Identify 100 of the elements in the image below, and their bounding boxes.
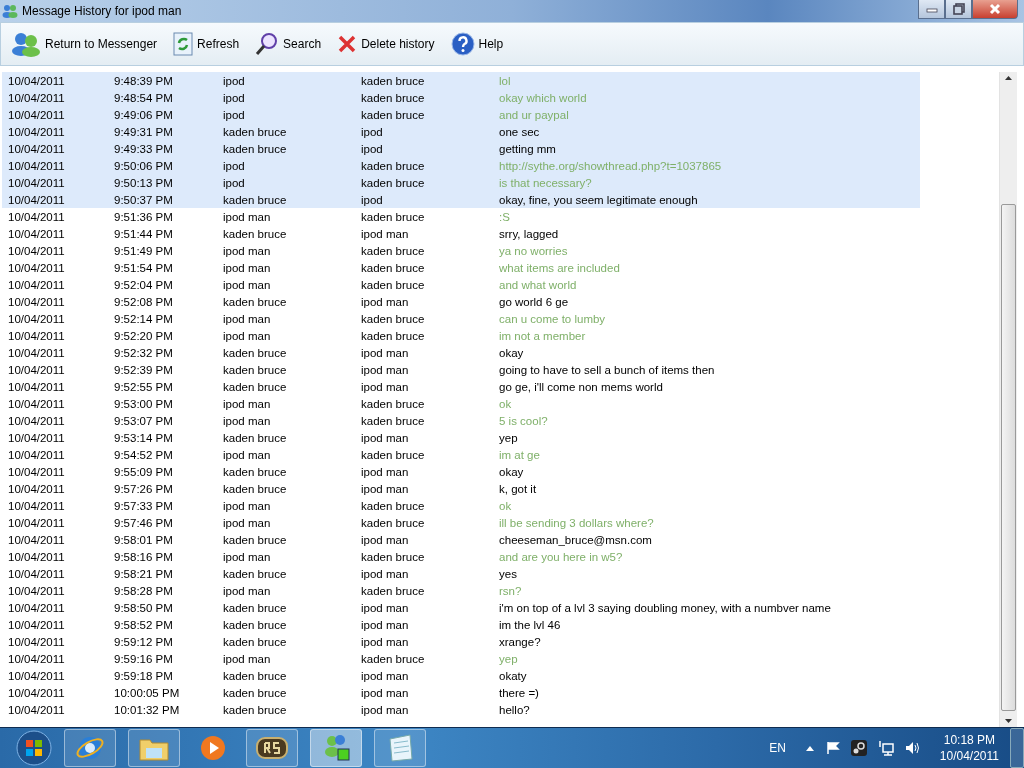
message-cell: okaty <box>499 669 527 682</box>
time-cell-text: 10:00:05 PM <box>114 686 181 699</box>
message-cell: okay <box>499 465 524 478</box>
scrollbar-thumb[interactable] <box>1001 204 1016 711</box>
language-indicator[interactable]: EN <box>769 741 786 755</box>
message-row[interactable]: 10/04/2011 9:55:09 PM kaden bruce ipod man okay <box>2 463 920 480</box>
message-row[interactable]: 10/04/2011 9:58:01 PM kaden bruce ipod man cheeseman_bruce@msn.com <box>2 531 920 548</box>
message-row[interactable]: 10/04/2011 9:51:54 PM ipod man kaden bruce what items are included <box>2 259 920 276</box>
flag-icon[interactable] <box>825 741 840 755</box>
time-cell-text: 9:52:32 PM <box>114 346 174 359</box>
start-button[interactable] <box>14 729 54 767</box>
recipient-cell-text: kaden bruce <box>361 329 426 342</box>
message-row[interactable]: 10/04/2011 10:00:05 PM kaden bruce ipod man there =) <box>2 684 920 701</box>
taskbar-app[interactable] <box>310 729 362 767</box>
sender-cell-text: ipod man <box>223 278 272 291</box>
time-cell-text: 9:54:52 PM <box>114 448 174 461</box>
message-row[interactable]: 10/04/2011 9:59:18 PM kaden bruce ipod man okaty <box>2 667 920 684</box>
recipient-cell-text: ipod man <box>361 465 410 478</box>
toolbar-button[interactable]: Search <box>251 30 326 58</box>
selected-row[interactable]: 10/04/2011 9:50:13 PM ipod kaden bruce is that necessary? <box>2 174 920 191</box>
restore-button[interactable] <box>945 0 972 19</box>
network-icon[interactable] <box>877 740 894 756</box>
selected-row[interactable]: 10/04/2011 9:50:37 PM kaden bruce ipod okay, fine, you seem legitimate enough <box>2 191 920 208</box>
sender-cell-text: kaden bruce <box>223 142 288 155</box>
taskbar-app[interactable] <box>64 729 116 767</box>
up-arrow-icon[interactable] <box>804 744 815 752</box>
message-cell: yes <box>499 567 517 580</box>
message-row[interactable]: 10/04/2011 9:57:33 PM ipod man kaden bruce ok <box>2 497 920 514</box>
message-row[interactable]: 10/04/2011 9:58:52 PM kaden bruce ipod man im the lvl 46 <box>2 616 920 633</box>
message-row[interactable]: 10/04/2011 9:58:28 PM ipod man kaden bruce rsn? <box>2 582 920 599</box>
message-cell: yep <box>499 652 518 665</box>
date-cell-text: 10/04/2011 <box>7 414 66 427</box>
message-row[interactable]: 10/04/2011 9:52:20 PM ipod man kaden bruce im not a member <box>2 327 920 344</box>
scrollbar[interactable] <box>999 72 1017 727</box>
message-row[interactable]: 10/04/2011 9:57:46 PM ipod man kaden bruce ill be sending 3 dollars where? <box>2 514 920 531</box>
toolbar-button[interactable]: Delete history <box>333 32 439 56</box>
message-cell: 5 is cool? <box>499 414 548 427</box>
message-row[interactable]: 10/04/2011 9:53:07 PM ipod man kaden bruce 5 is cool? <box>2 412 920 429</box>
selected-row[interactable]: 10/04/2011 9:49:06 PM ipod kaden bruce and ur paypal <box>2 106 920 123</box>
message-row[interactable]: 10/04/2011 9:52:55 PM kaden bruce ipod man go ge, i'll come non mems world <box>2 378 920 395</box>
message-row[interactable]: 10/04/2011 9:52:04 PM ipod man kaden bruce and what world <box>2 276 920 293</box>
message-row[interactable]: 10/04/2011 9:59:16 PM ipod man kaden bruce yep <box>2 650 920 667</box>
time-cell-text: 9:50:13 PM <box>114 176 174 189</box>
recipient-cell-text: ipod man <box>361 346 410 359</box>
time-cell-text: 9:57:26 PM <box>114 482 174 495</box>
message-row[interactable]: 10/04/2011 9:52:39 PM kaden bruce ipod man going to have to sell a bunch of items then <box>2 361 920 378</box>
message-cell: go ge, i'll come non mems world <box>499 380 663 393</box>
message-row[interactable]: 10/04/2011 9:53:00 PM ipod man kaden bruce ok <box>2 395 920 412</box>
message-cell: ok <box>499 499 512 512</box>
selected-row[interactable]: 10/04/2011 9:48:54 PM ipod kaden bruce okay which world <box>2 89 920 106</box>
clock-time[interactable]: 10:18 PM <box>943 732 996 748</box>
message-row[interactable]: 10/04/2011 9:51:49 PM ipod man kaden bruce ya no worries <box>2 242 920 259</box>
date-cell-text: 10/04/2011 <box>7 601 66 614</box>
message-row[interactable]: 10/04/2011 9:52:32 PM kaden bruce ipod man okay <box>2 344 920 361</box>
sender-cell-text: ipod man <box>223 329 272 342</box>
selected-row[interactable]: 10/04/2011 9:50:06 PM ipod kaden bruce http://sythe.org/showthread.php?t=1037865 <box>2 157 920 174</box>
message-row[interactable]: 10/04/2011 9:52:14 PM ipod man kaden bruce can u come to lumby <box>2 310 920 327</box>
message-cell: yep <box>499 431 518 444</box>
message-row[interactable]: 10/04/2011 9:51:44 PM kaden bruce ipod man srry, lagged <box>2 225 920 242</box>
steam-icon[interactable] <box>850 740 867 756</box>
recipient-cell-text: kaden bruce <box>361 584 426 597</box>
message-row[interactable]: 10/04/2011 9:54:52 PM ipod man kaden bruce im at ge <box>2 446 920 463</box>
message-row[interactable]: 10/04/2011 10:01:32 PM kaden bruce ipod man hello? <box>2 701 920 718</box>
message-row[interactable]: 10/04/2011 9:51:36 PM ipod man kaden bruce :S <box>2 208 920 225</box>
time-cell-text: 9:48:54 PM <box>114 91 174 104</box>
toolbar-button[interactable]: Return to Messenger <box>7 29 162 59</box>
message-cell: hello? <box>499 703 530 716</box>
date-cell-text: 10/04/2011 <box>7 261 66 274</box>
message-cell: getting mm <box>499 142 556 155</box>
toolbar-button[interactable]: Help <box>446 30 508 58</box>
message-row[interactable]: 10/04/2011 9:58:50 PM kaden bruce ipod man i'm on top of a lvl 3 saying doubling money, with a numbver name <box>2 599 920 616</box>
notepad-icon <box>386 733 414 763</box>
clock-date[interactable]: 10/04/2011 <box>939 748 999 764</box>
message-row[interactable]: 10/04/2011 9:57:26 PM kaden bruce ipod man k, got it <box>2 480 920 497</box>
selected-row[interactable]: 10/04/2011 9:48:39 PM ipod kaden bruce lol <box>2 72 920 89</box>
taskbar-app[interactable] <box>246 729 298 767</box>
recipient-cell-text: ipod <box>361 142 384 155</box>
message-cell: ya no worries <box>499 244 568 257</box>
date-cell-text: 10/04/2011 <box>7 312 66 325</box>
selected-row[interactable]: 10/04/2011 9:49:33 PM kaden bruce ipod getting mm <box>2 140 920 157</box>
message-cell: xrange? <box>499 635 541 648</box>
toolbar-button[interactable]: Refresh <box>169 30 244 58</box>
date-cell-text: 10/04/2011 <box>7 329 66 342</box>
message-row[interactable]: 10/04/2011 9:52:08 PM kaden bruce ipod man go world 6 ge <box>2 293 920 310</box>
date-cell-text: 10/04/2011 <box>7 618 66 631</box>
speaker-icon[interactable] <box>904 740 921 756</box>
message-row[interactable]: 10/04/2011 9:58:21 PM kaden bruce ipod man yes <box>2 565 920 582</box>
recipient-cell-text: kaden bruce <box>361 244 426 257</box>
window-title: Message History for ipod man <box>22 4 182 18</box>
selected-row[interactable]: 10/04/2011 9:49:31 PM kaden bruce ipod one sec <box>2 123 920 140</box>
message-row[interactable]: 10/04/2011 9:58:16 PM ipod man kaden bruce and are you here in w5? <box>2 548 920 565</box>
recipient-cell-text: kaden bruce <box>361 210 426 223</box>
message-row[interactable]: 10/04/2011 9:59:12 PM kaden bruce ipod man xrange? <box>2 633 920 650</box>
message-cell: http://sythe.org/showthread.php?t=1037865 <box>499 159 722 172</box>
sender-cell-text: ipod man <box>223 397 272 410</box>
close-button[interactable] <box>972 0 1018 19</box>
time-cell-text: 9:48:39 PM <box>114 74 174 87</box>
recipient-cell-text: ipod man <box>361 363 410 376</box>
minimize-button[interactable] <box>918 0 945 19</box>
message-row[interactable]: 10/04/2011 9:53:14 PM kaden bruce ipod man yep <box>2 429 920 446</box>
